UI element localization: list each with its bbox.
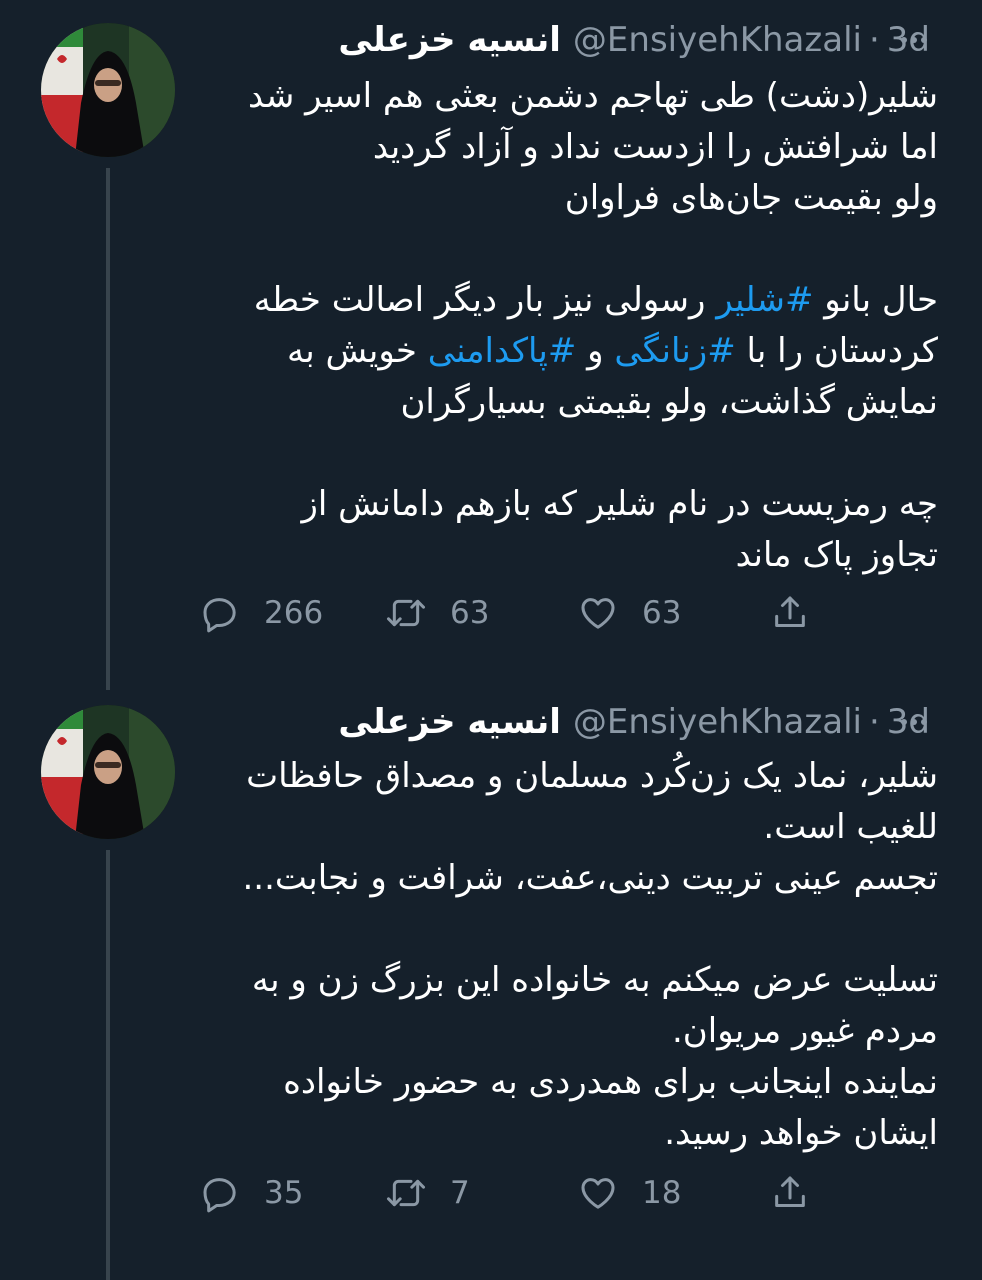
- like-count: 18: [642, 1175, 682, 1211]
- reply-icon: [203, 598, 236, 633]
- retweet-icon: [387, 599, 425, 627]
- like-count: 63: [642, 595, 682, 631]
- share-icon: [775, 596, 805, 627]
- avatar[interactable]: [41, 705, 175, 839]
- hashtag-link[interactable]: #شلیر: [716, 280, 813, 320]
- avatar[interactable]: [41, 23, 175, 157]
- action-bar: 266 63 63: [200, 588, 840, 638]
- tweet-line: تسلیت عرض میکنم به خانواده این بزرگ زن و…: [251, 960, 938, 1000]
- hashtag-link[interactable]: #پاکدامنی: [428, 331, 577, 371]
- tweet-line: چه رمزیست در نام شلیر که بازهم دامانش از: [301, 484, 938, 524]
- tweet-line-hashtags: کردستان را با #زنانگی و #پاکدامنی خویش ب…: [287, 331, 938, 371]
- user-handle[interactable]: @EnsiyehKhazali: [573, 20, 862, 60]
- tweet-line: مردم غیور مریوان.: [671, 1011, 938, 1051]
- tweet-line: للغیب است.: [763, 807, 938, 847]
- separator-dot: ·: [868, 20, 880, 60]
- more-icon[interactable]: [894, 702, 934, 742]
- like-button[interactable]: 18: [578, 1168, 681, 1218]
- tweet-line: شلیر(دشت) طی تهاجم دشمن بعثی هم اسیر شد: [248, 76, 938, 116]
- action-bar: 35 7 18: [200, 1168, 840, 1218]
- like-button[interactable]: 63: [578, 588, 681, 638]
- tweet-line: نمایش گذاشت، ولو بقیمتی بسیارگران: [400, 382, 938, 422]
- retweet-button[interactable]: 63: [386, 588, 489, 638]
- tweet-line: نماینده اینجانب برای همدردی به حضور خانو…: [283, 1062, 938, 1102]
- like-icon: [581, 598, 615, 629]
- tweet-line: تجاوز پاک ماند: [735, 535, 938, 575]
- reply-count: 266: [264, 595, 324, 631]
- hashtag-link[interactable]: #زنانگی: [614, 331, 735, 371]
- share-icon: [775, 1176, 805, 1207]
- reply-icon: [203, 1178, 236, 1213]
- tweet-line: ولو بقیمت جان‌های فراوان: [564, 178, 938, 218]
- more-icon[interactable]: [894, 20, 934, 60]
- user-handle[interactable]: @EnsiyehKhazali: [573, 702, 862, 742]
- tweet-header: انسیه خزعلی @EnsiyehKhazali · 3d: [195, 702, 930, 742]
- share-button[interactable]: [770, 1168, 810, 1218]
- display-name[interactable]: انسیه خزعلی: [338, 702, 561, 742]
- reply-count: 35: [264, 1175, 304, 1211]
- tweet-line: اما شرافتش را ازدست نداد و آزاد گردید: [372, 127, 938, 167]
- tweet-line: ایشان خواهد رسید.: [664, 1113, 938, 1153]
- thread-line: [106, 168, 110, 690]
- tweet-line: تجسم عینی تربیت دینی،عفت، شرافت و نجابت.…: [242, 858, 938, 898]
- reply-button[interactable]: 35: [200, 1168, 303, 1218]
- retweet-count: 7: [450, 1175, 470, 1211]
- retweet-icon: [387, 1179, 425, 1207]
- tweet[interactable]: انسیه خزعلی @EnsiyehKhazali · 3d شلیر، ن…: [0, 672, 982, 1280]
- reply-button[interactable]: 266: [200, 588, 323, 638]
- like-icon: [581, 1178, 615, 1209]
- display-name[interactable]: انسیه خزعلی: [338, 20, 561, 60]
- tweet-text: شلیر، نماد یک زن‌کُرد مسلمان و مصداق حاف…: [200, 751, 938, 1159]
- tweet-header: انسیه خزعلی @EnsiyehKhazali · 3d: [195, 20, 930, 60]
- retweet-count: 63: [450, 595, 490, 631]
- retweet-button[interactable]: 7: [386, 1168, 470, 1218]
- tweet[interactable]: انسیه خزعلی @EnsiyehKhazali · 3d شلیر(دش…: [0, 0, 982, 690]
- tweet-line: شلیر، نماد یک زن‌کُرد مسلمان و مصداق حاف…: [246, 756, 938, 796]
- tweet-text: شلیر(دشت) طی تهاجم دشمن بعثی هم اسیر شد …: [200, 71, 938, 581]
- share-button[interactable]: [770, 588, 810, 638]
- tweet-line-hashtags: حال بانو #شلیر رسولی نیز بار دیگر اصالت …: [253, 280, 938, 320]
- separator-dot: ·: [868, 702, 880, 742]
- thread-line: [106, 850, 110, 1280]
